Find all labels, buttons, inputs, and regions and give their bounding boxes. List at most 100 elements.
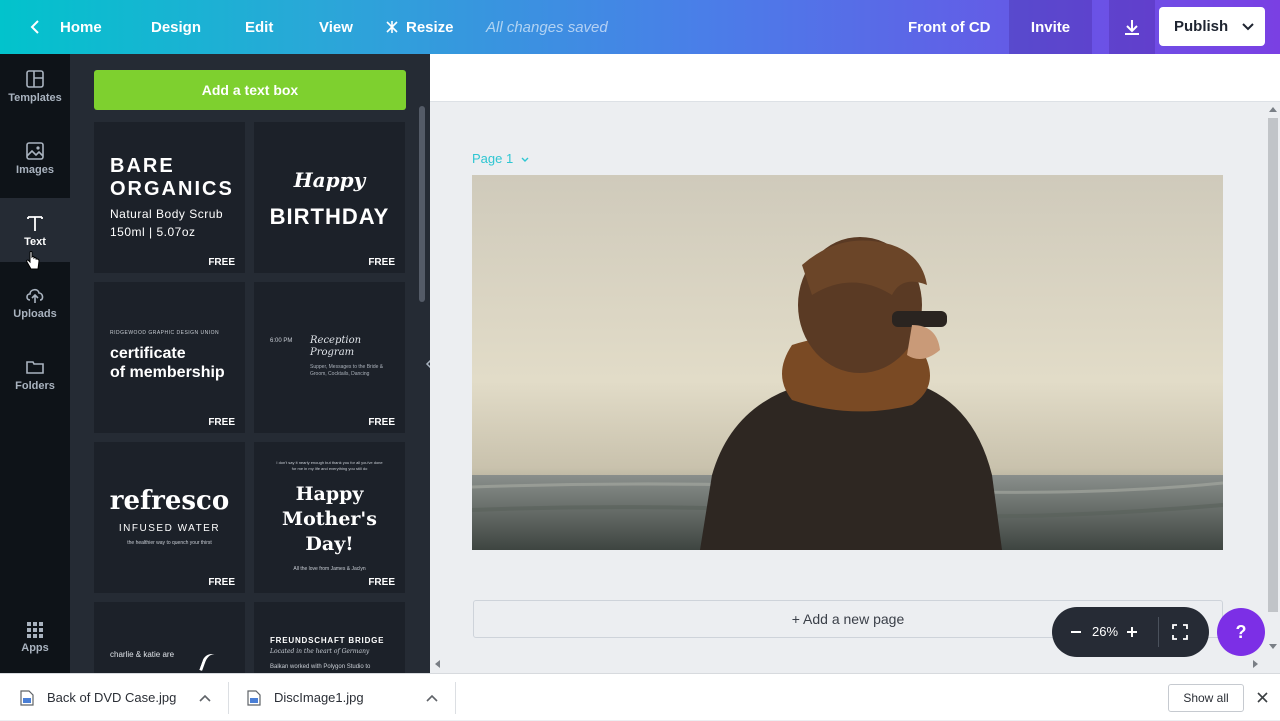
text-template-certificate[interactable]: RIDGEWOOD GRAPHIC DESIGN UNION certifica… (94, 282, 245, 433)
zoom-in-icon[interactable] (1126, 626, 1138, 638)
download-separator (228, 682, 229, 714)
t4-line4: Groom, Cocktails, Dancing (310, 371, 370, 377)
t1-line2: ORGANICS (110, 178, 234, 200)
publish-button[interactable]: Publish (1159, 7, 1265, 46)
t6-line1: Happy (295, 483, 364, 505)
text-template-happy-birthday[interactable]: Happy BIRTHDAY FREE (254, 122, 405, 273)
apps-grid-icon (27, 621, 43, 638)
scroll-left-icon[interactable] (434, 660, 440, 668)
text-template-reception-program[interactable]: 6:00 PM Reception Program Supper, Messag… (254, 282, 405, 433)
canvas-scrollbar[interactable] (1266, 104, 1280, 654)
t2-line1: Happy (293, 168, 366, 192)
script-flourish (199, 651, 225, 673)
canvas-toolbar (430, 54, 1280, 102)
rail-images[interactable]: Images (0, 126, 70, 190)
text-template-freundschaft-bridge[interactable]: FREUNDSCHAFT BRIDGE Located in the heart… (254, 602, 405, 673)
t6-top2: for me in my life and everything you sti… (291, 466, 368, 471)
document-title[interactable]: Front of CD (908, 0, 990, 54)
downloads-bar: Back of DVD Case.jpg DiscImage1.jpg Show… (0, 673, 1280, 720)
text-template-charlie-katie[interactable]: charlie & katie are (94, 602, 245, 673)
rail-templates[interactable]: Templates (0, 54, 70, 118)
show-all-button[interactable]: Show all (1168, 684, 1244, 712)
t6-line2: Mother's (282, 508, 377, 530)
free-badge: FREE (208, 257, 235, 268)
hand-cursor-icon (26, 251, 40, 270)
rail-text-label: Text (24, 235, 46, 248)
rail-apps-label: Apps (21, 641, 49, 654)
t3-line3: of membership (110, 364, 225, 381)
images-icon (26, 141, 44, 160)
zoom-level[interactable]: 26% (1092, 624, 1118, 639)
t6-line3: Day! (305, 533, 354, 555)
download-icon (1125, 20, 1139, 35)
t1-line1: BARE (110, 155, 175, 177)
help-button[interactable]: ? (1217, 608, 1265, 656)
free-badge: FREE (368, 257, 395, 268)
photo-woman-by-sea (472, 175, 1223, 550)
download-separator (455, 682, 456, 714)
chevron-down-icon (1242, 22, 1254, 30)
download-item-2[interactable]: DiscImage1.jpg (247, 674, 364, 721)
t3-line1: RIDGEWOOD GRAPHIC DESIGN UNION (110, 330, 220, 336)
page-label[interactable]: Page 1 (472, 151, 529, 166)
scroll-right-icon[interactable] (1253, 660, 1259, 668)
resize-button[interactable]: Resize (386, 0, 454, 54)
rail-uploads-label: Uploads (13, 307, 57, 320)
menu-view[interactable]: View (319, 0, 353, 54)
menu-edit[interactable]: Edit (245, 0, 273, 54)
t8-line3: Balkan worked with Polygon Studio to (270, 664, 371, 670)
t5-line2: INFUSED WATER (118, 523, 221, 534)
scroll-down-icon[interactable] (1269, 644, 1277, 650)
add-text-box-button[interactable]: Add a text box (94, 70, 406, 110)
panel-scrollbar[interactable] (419, 106, 425, 302)
invite-button[interactable]: Invite (1009, 0, 1092, 54)
t3-line2: certificate (110, 345, 186, 362)
download-button[interactable] (1109, 0, 1155, 54)
zoom-divider (1158, 617, 1159, 647)
download-file-name: Back of DVD Case.jpg (47, 690, 177, 705)
rail-folders-label: Folders (15, 379, 55, 392)
t7-line1: charlie & katie are (110, 650, 175, 659)
t6-bottom: All the love from James & Jaclyn (293, 566, 366, 572)
close-icon[interactable] (1257, 692, 1268, 703)
free-badge: FREE (208, 417, 235, 428)
templates-icon (26, 69, 44, 88)
design-page-photo[interactable] (472, 175, 1223, 550)
folder-icon (26, 360, 44, 374)
text-template-bare-organics[interactable]: BARE ORGANICS Natural Body Scrub 150ml |… (94, 122, 245, 273)
chevron-up-icon[interactable] (199, 694, 211, 702)
image-file-icon (20, 689, 34, 706)
text-template-refresco[interactable]: refresco INFUSED WATER the healthier way… (94, 442, 245, 593)
text-template-mothers-day[interactable]: I don't say it nearly enough but thank y… (254, 442, 405, 593)
t4-line2: Program (310, 347, 355, 358)
scroll-up-icon[interactable] (1269, 106, 1277, 112)
chevron-up-icon[interactable] (426, 694, 438, 702)
zoom-controls: 26% (1052, 607, 1209, 657)
text-icon (27, 215, 43, 231)
free-badge: FREE (208, 577, 235, 588)
fullscreen-icon[interactable] (1172, 624, 1188, 640)
rail-apps[interactable]: Apps (0, 605, 70, 669)
free-badge: FREE (368, 417, 395, 428)
menu-design[interactable]: Design (151, 0, 201, 54)
t4-line1: Reception (310, 335, 362, 346)
home-button[interactable]: Home (30, 0, 102, 54)
chevron-left-icon (30, 20, 39, 34)
download-item-1[interactable]: Back of DVD Case.jpg (20, 674, 176, 721)
t1-line3: Natural Body Scrub (110, 207, 224, 221)
home-label: Home (60, 18, 102, 36)
t8-line1: FREUNDSCHAFT BRIDGE (270, 636, 385, 645)
resize-icon (386, 21, 398, 33)
zoom-out-icon[interactable] (1070, 626, 1082, 638)
editor-canvas: Page 1 + Add a new page 26% ? (430, 54, 1280, 673)
chevron-down-icon (521, 157, 529, 162)
rail-templates-label: Templates (8, 91, 62, 104)
canvas-scroll-thumb[interactable] (1268, 118, 1278, 612)
image-file-icon (247, 689, 261, 706)
rail-folders[interactable]: Folders (0, 342, 70, 406)
t5-line1: refresco (109, 486, 230, 516)
t4-line3: Supper, Messages to the Bride & (310, 364, 384, 370)
save-status: All changes saved (486, 18, 608, 36)
rail-uploads[interactable]: Uploads (0, 270, 70, 334)
top-bar: Home Design Edit View Resize All changes… (0, 0, 1280, 54)
